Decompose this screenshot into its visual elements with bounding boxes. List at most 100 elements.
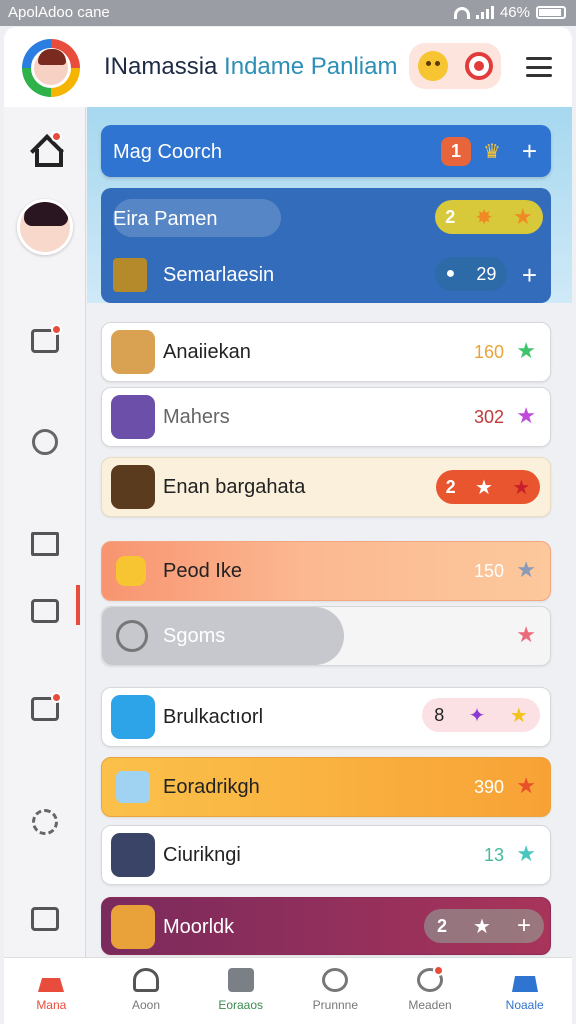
star-icon[interactable]: ★ bbox=[516, 841, 536, 867]
list-item-badge: 8 ✦ ★ bbox=[422, 698, 540, 732]
battery-icon bbox=[536, 6, 566, 19]
nav-label: Prunnne bbox=[312, 998, 359, 1012]
star-icon[interactable]: ★ bbox=[516, 773, 536, 799]
list-item[interactable]: Ciurikngi 13 ★ bbox=[101, 825, 551, 885]
nav-item-explore[interactable]: Prunnne bbox=[288, 958, 383, 1024]
bottom-nav: Mana Aoon Eoraaos Prunnne Meaden Noaale bbox=[4, 957, 572, 1024]
game-thumb-icon bbox=[111, 465, 155, 509]
list-item[interactable]: Peod Ike 150 ★ bbox=[101, 541, 551, 601]
user-icon bbox=[133, 968, 159, 992]
avatar[interactable] bbox=[17, 199, 73, 255]
hero-panel-row[interactable]: Semarlaesin ● 29 + bbox=[101, 250, 551, 300]
status-app-name: ApolAdoo cane bbox=[8, 4, 110, 21]
add-icon[interactable]: + bbox=[517, 912, 531, 940]
list-item[interactable]: Enan bargahata 2 ★ ★ bbox=[101, 457, 551, 517]
hero-row-badge: ● 29 bbox=[435, 257, 507, 291]
list-item[interactable]: Anaiiekan 160 ★ bbox=[101, 322, 551, 382]
page-title: INamassia Indame Panliam bbox=[104, 53, 397, 81]
lion-icon bbox=[111, 330, 155, 374]
list-item[interactable]: Brulkactıorl 8 ✦ ★ bbox=[101, 687, 551, 747]
wifi-icon bbox=[453, 6, 470, 19]
hero-panel-row[interactable]: Eira Pamen 2 ✸ ★ bbox=[101, 191, 551, 241]
sidebar-item-notes[interactable] bbox=[4, 692, 86, 721]
star-icon: ★ bbox=[509, 704, 528, 727]
star-icon: ★ bbox=[512, 204, 533, 229]
target-icon[interactable] bbox=[464, 52, 493, 80]
game-thumb-icon bbox=[111, 833, 155, 877]
creature-icon bbox=[111, 395, 155, 439]
app-header: INamassia Indame Panliam bbox=[4, 27, 572, 107]
star-icon: ★ bbox=[475, 476, 493, 499]
title-main: INamassia bbox=[104, 53, 218, 80]
list-item-label: Eoradrikgh bbox=[163, 776, 260, 798]
list-item-label: Brulkactıorl bbox=[163, 706, 264, 728]
featured-add-icon[interactable]: + bbox=[522, 138, 537, 164]
chat-app-icon bbox=[111, 695, 155, 739]
header-badges[interactable] bbox=[409, 43, 501, 89]
emoji-icon[interactable] bbox=[417, 51, 448, 81]
list-item-count: 2 bbox=[437, 915, 448, 936]
sidebar-item-box[interactable] bbox=[4, 907, 86, 931]
nav-item-home[interactable]: Mana bbox=[4, 958, 99, 1024]
clock-icon bbox=[116, 620, 148, 652]
hero-row-add-icon[interactable]: + bbox=[522, 262, 537, 288]
pin-icon bbox=[116, 556, 146, 586]
featured-row[interactable]: Mag Coorch 1 ♛ + bbox=[101, 125, 551, 177]
list-item[interactable]: Moorldk 2 ★ + bbox=[101, 897, 551, 955]
nav-item-list[interactable]: Eoraaos bbox=[193, 958, 288, 1024]
star-icon[interactable]: ★ bbox=[516, 403, 536, 429]
star-icon[interactable]: ★ bbox=[516, 557, 536, 583]
hamburger-menu-icon[interactable] bbox=[526, 57, 552, 77]
game-thumb-icon bbox=[113, 258, 147, 292]
nav-item-house[interactable]: Noaale bbox=[477, 958, 572, 1024]
sidebar-item-message[interactable] bbox=[4, 324, 86, 353]
avatar-face-icon bbox=[31, 48, 71, 88]
list-item-value: 160 bbox=[473, 342, 504, 362]
list-item-value: 150 bbox=[473, 561, 504, 581]
gem-icon: ✦ bbox=[468, 704, 486, 727]
nav-label: Noaale bbox=[505, 998, 544, 1012]
signal-icon bbox=[475, 6, 494, 19]
featured-label: Mag Coorch bbox=[113, 141, 222, 163]
star-icon[interactable]: ★ bbox=[516, 338, 536, 364]
flame-icon: ✸ bbox=[475, 206, 493, 229]
circle-icon bbox=[32, 429, 58, 455]
star-icon[interactable]: ★ bbox=[516, 622, 536, 648]
star-icon: ★ bbox=[473, 915, 491, 938]
sidebar-avatar[interactable] bbox=[4, 199, 86, 255]
app-screen: ApolAdoo cane 46% INamassia Indame Panli… bbox=[0, 0, 576, 1024]
box-icon bbox=[31, 907, 59, 931]
title-accent: Indame Panliam bbox=[224, 53, 398, 80]
list-item-label: Ciurikngi bbox=[163, 844, 241, 866]
nav-label: Eoraaos bbox=[218, 998, 264, 1012]
sidebar-item-settings[interactable] bbox=[4, 809, 86, 835]
list-item-value: 302 bbox=[473, 407, 504, 427]
list-item-label: Moorldk bbox=[163, 916, 235, 938]
mail-icon bbox=[31, 532, 59, 556]
battery-percent: 46% bbox=[499, 4, 530, 21]
cupcake-icon: ♛ bbox=[483, 140, 501, 163]
list-item-label: Enan bargahata bbox=[163, 476, 306, 498]
list-item-badge: 2 ★ ★ bbox=[436, 470, 540, 504]
sidebar-item-target[interactable] bbox=[4, 429, 86, 455]
store-icon bbox=[31, 599, 59, 623]
home-icon bbox=[30, 131, 63, 167]
sidebar-item-mail[interactable] bbox=[4, 532, 86, 556]
character-icon bbox=[111, 905, 155, 949]
list-item-count: 8 bbox=[434, 704, 445, 725]
app-logo[interactable] bbox=[22, 39, 80, 97]
gear-icon bbox=[32, 809, 58, 835]
notes-icon bbox=[31, 692, 62, 721]
list-item-label: Mahers bbox=[163, 406, 230, 428]
nav-item-profile[interactable]: Aoon bbox=[99, 958, 194, 1024]
list-item[interactable]: Mahers 302 ★ bbox=[101, 387, 551, 447]
status-bar: ApolAdoo cane 46% bbox=[0, 0, 576, 26]
list-item-badge: 2 ★ + bbox=[424, 909, 544, 943]
sidebar-item-home[interactable] bbox=[4, 131, 86, 167]
list-item[interactable]: Sgoms ★ bbox=[101, 606, 551, 666]
nav-item-games[interactable]: Meaden bbox=[383, 958, 478, 1024]
featured-count: 1 bbox=[441, 136, 472, 166]
list-item[interactable]: Eoradrikgh 390 ★ bbox=[101, 757, 551, 817]
sidebar-active-marker bbox=[76, 585, 80, 625]
sidebar-item-store[interactable] bbox=[4, 599, 86, 623]
